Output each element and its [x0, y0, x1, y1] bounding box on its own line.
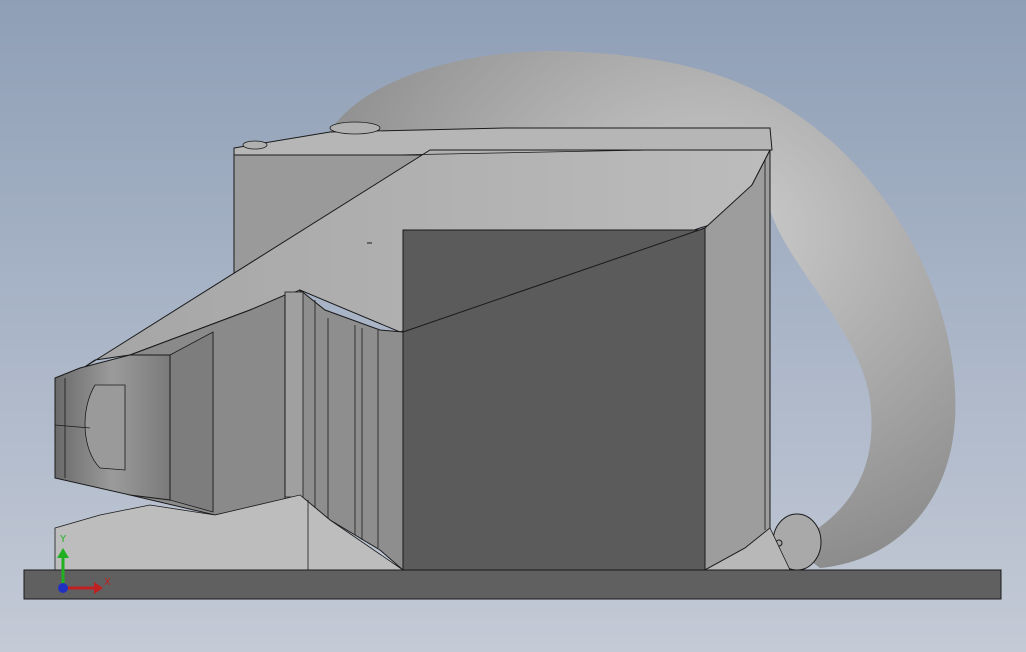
triad-x-label: X: [104, 577, 111, 588]
triad-y-label: Y: [60, 534, 67, 545]
3d-viewport[interactable]: Y X: [0, 0, 1026, 652]
nozzle-tip[interactable]: [54, 354, 171, 501]
z-axis-dot: [58, 583, 68, 593]
base-plate[interactable]: [23, 569, 1002, 600]
cad-model-scene[interactable]: [0, 0, 1026, 652]
